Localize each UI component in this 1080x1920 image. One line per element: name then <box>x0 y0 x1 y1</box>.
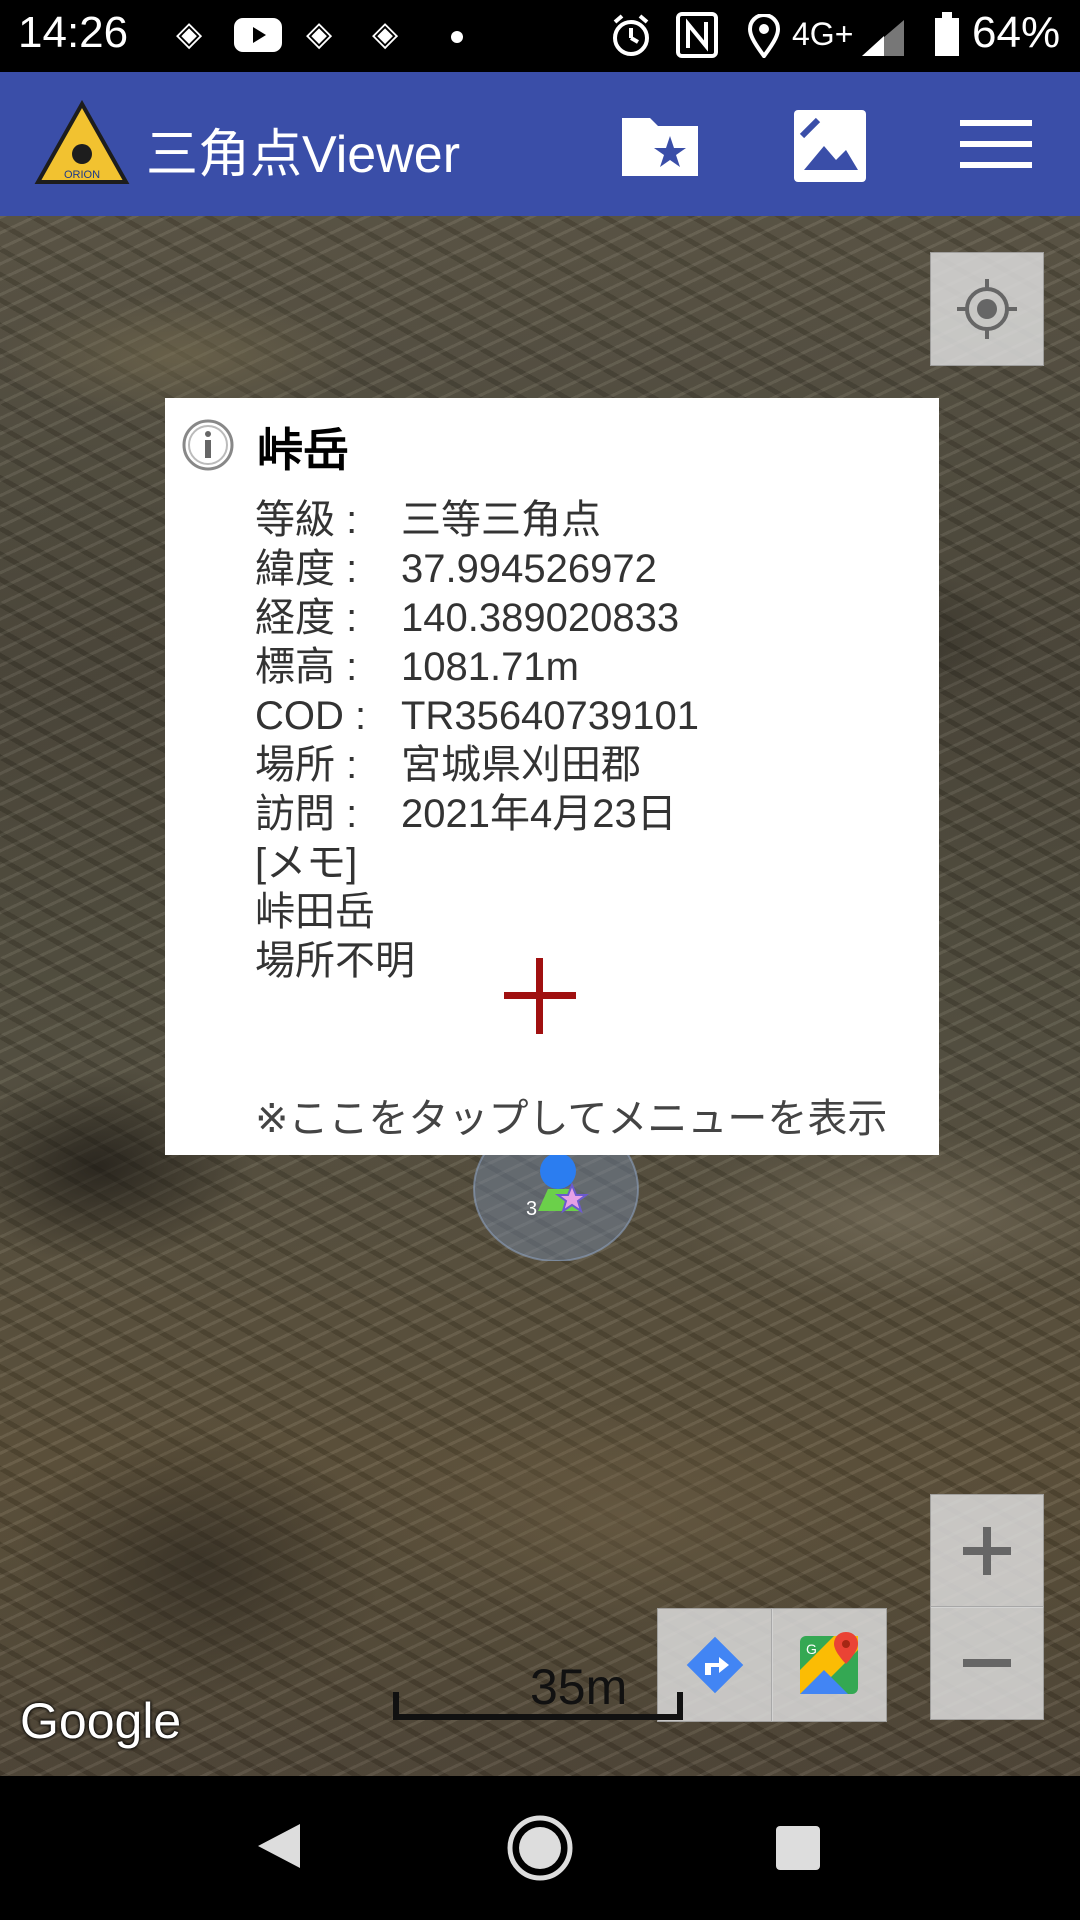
svg-text:ORION: ORION <box>64 169 100 181</box>
app-logo-icon: ORION <box>34 100 130 184</box>
favorites-button[interactable] <box>618 108 702 180</box>
longitude-row: 経度 : 140.389020833 <box>255 596 680 640</box>
menu-icon <box>960 120 1032 168</box>
network-type: 4G+ <box>792 16 854 52</box>
point-name: 峠岳 <box>257 423 349 477</box>
battery-level: 64% <box>972 8 1061 57</box>
code-row: COD : TR35640739101 <box>255 694 700 738</box>
zoom-out-button[interactable] <box>930 1606 1044 1720</box>
signal-icon <box>862 20 904 56</box>
navigation-bar <box>0 1776 1080 1920</box>
scale-label: 35m <box>530 1659 628 1715</box>
notification-icon: ◈ <box>372 14 399 54</box>
visit-row: 訪問 : 2021年4月23日 <box>255 792 677 836</box>
status-bar: 14:26 ◈ ◈ ◈ 4G+ 64% <box>0 0 1080 72</box>
image-icon <box>794 110 866 182</box>
svg-text:3: 3 <box>526 1198 537 1220</box>
info-window[interactable]: 峠岳 等級 : 三等三角点 緯度 : 37.994526972 経度 : 140… <box>165 398 939 1155</box>
back-button[interactable] <box>252 1820 304 1872</box>
image-button[interactable] <box>790 108 874 182</box>
app-bar: ORION 三角点Viewer <box>0 72 1080 216</box>
status-time: 14:26 <box>18 8 129 57</box>
notification-icon: ◈ <box>306 14 333 54</box>
youtube-icon <box>234 18 282 52</box>
point-details: 等級 : 三等三角点 緯度 : 37.994526972 経度 : 140.38… <box>255 496 699 986</box>
app-title: 三角点Viewer <box>146 126 461 184</box>
plus-icon <box>963 1527 1011 1575</box>
dot-icon <box>451 31 463 43</box>
my-location-button[interactable] <box>930 252 1044 366</box>
google-attribution: Google <box>20 1693 182 1749</box>
directions-icon <box>686 1636 744 1694</box>
memo-label: [メモ] <box>255 841 358 885</box>
home-button[interactable] <box>506 1814 574 1882</box>
battery-icon <box>935 12 959 56</box>
tap-hint: ※ここをタップしてメニューを表示 <box>255 1096 888 1142</box>
location-icon <box>748 14 780 58</box>
nfc-icon <box>676 12 718 58</box>
notification-icon: ◈ <box>176 14 203 54</box>
google-maps-button[interactable]: G <box>771 1608 887 1722</box>
info-icon <box>182 419 234 471</box>
latitude-row: 緯度 : 37.994526972 <box>255 547 657 591</box>
minus-icon <box>963 1659 1011 1667</box>
grade-row: 等級 : 三等三角点 <box>255 498 601 542</box>
menu-button[interactable] <box>956 108 1036 180</box>
triangulation-marker[interactable]: 3 <box>472 1116 642 1265</box>
zoom-in-button[interactable] <box>930 1494 1044 1608</box>
folder-star-icon <box>622 118 698 176</box>
location-row: 場所 : 宮城県刈田郡 <box>255 743 641 787</box>
alarm-icon <box>613 14 649 56</box>
memo-line: 場所不明 <box>255 939 415 983</box>
google-maps-icon: G <box>800 1632 858 1694</box>
svg-text:G: G <box>806 1641 817 1657</box>
my-location-icon <box>957 279 1017 339</box>
recents-button[interactable] <box>774 1824 822 1872</box>
elevation-row: 標高 : 1081.71m <box>255 645 579 689</box>
memo-line: 峠田岳 <box>255 890 375 934</box>
map-center-crosshair-icon <box>504 958 576 1034</box>
